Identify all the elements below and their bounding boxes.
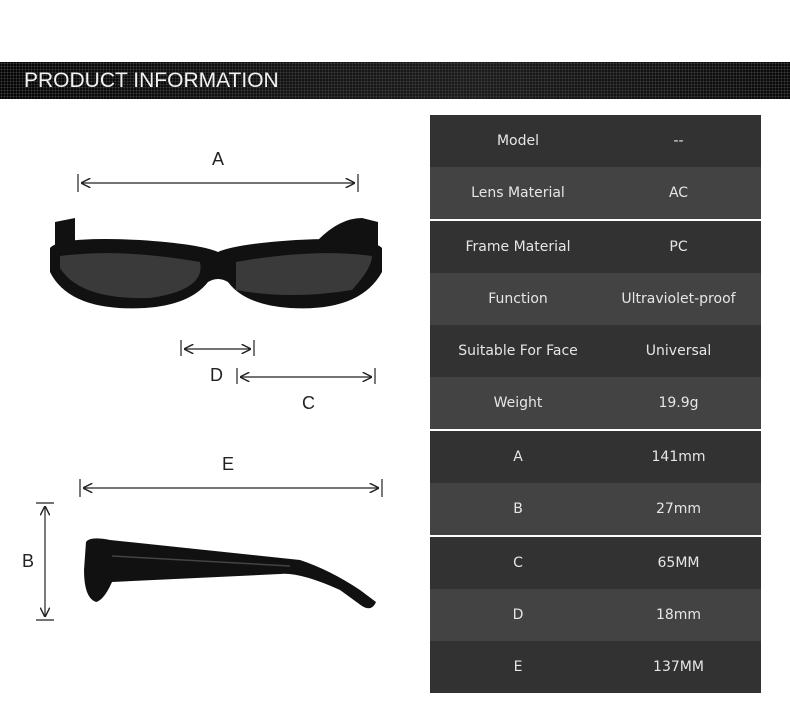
label-c: C <box>302 393 315 413</box>
spec-row: Function Ultraviolet-proof <box>430 273 761 325</box>
label-b: B <box>22 551 35 571</box>
spec-row: D 18mm <box>430 589 761 641</box>
glasses-diagram <box>36 174 383 621</box>
spec-row: Frame Material PC <box>430 221 761 273</box>
spec-row: B 27mm <box>430 483 761 535</box>
spec-row: Lens Material AC <box>430 167 761 219</box>
glasses-side-view <box>84 538 376 609</box>
spec-table: Model -- Lens Material AC Frame Material PC… <box>430 115 761 693</box>
spec-row: E 137MM <box>430 641 761 693</box>
glasses-front-view <box>50 218 382 309</box>
spec-row: C 65MM <box>430 537 761 589</box>
product-info-page: PRODUCT INFORMATION A D C E B Model -- L… <box>0 0 790 715</box>
label-e: E <box>222 454 235 474</box>
spec-row: Weight 19.9g <box>430 377 761 429</box>
label-d: D <box>210 365 223 385</box>
spec-row: A 141mm <box>430 431 761 483</box>
spec-row: Model -- <box>430 115 761 167</box>
label-a: A <box>212 149 225 169</box>
spec-row: Suitable For Face Universal <box>430 325 761 377</box>
